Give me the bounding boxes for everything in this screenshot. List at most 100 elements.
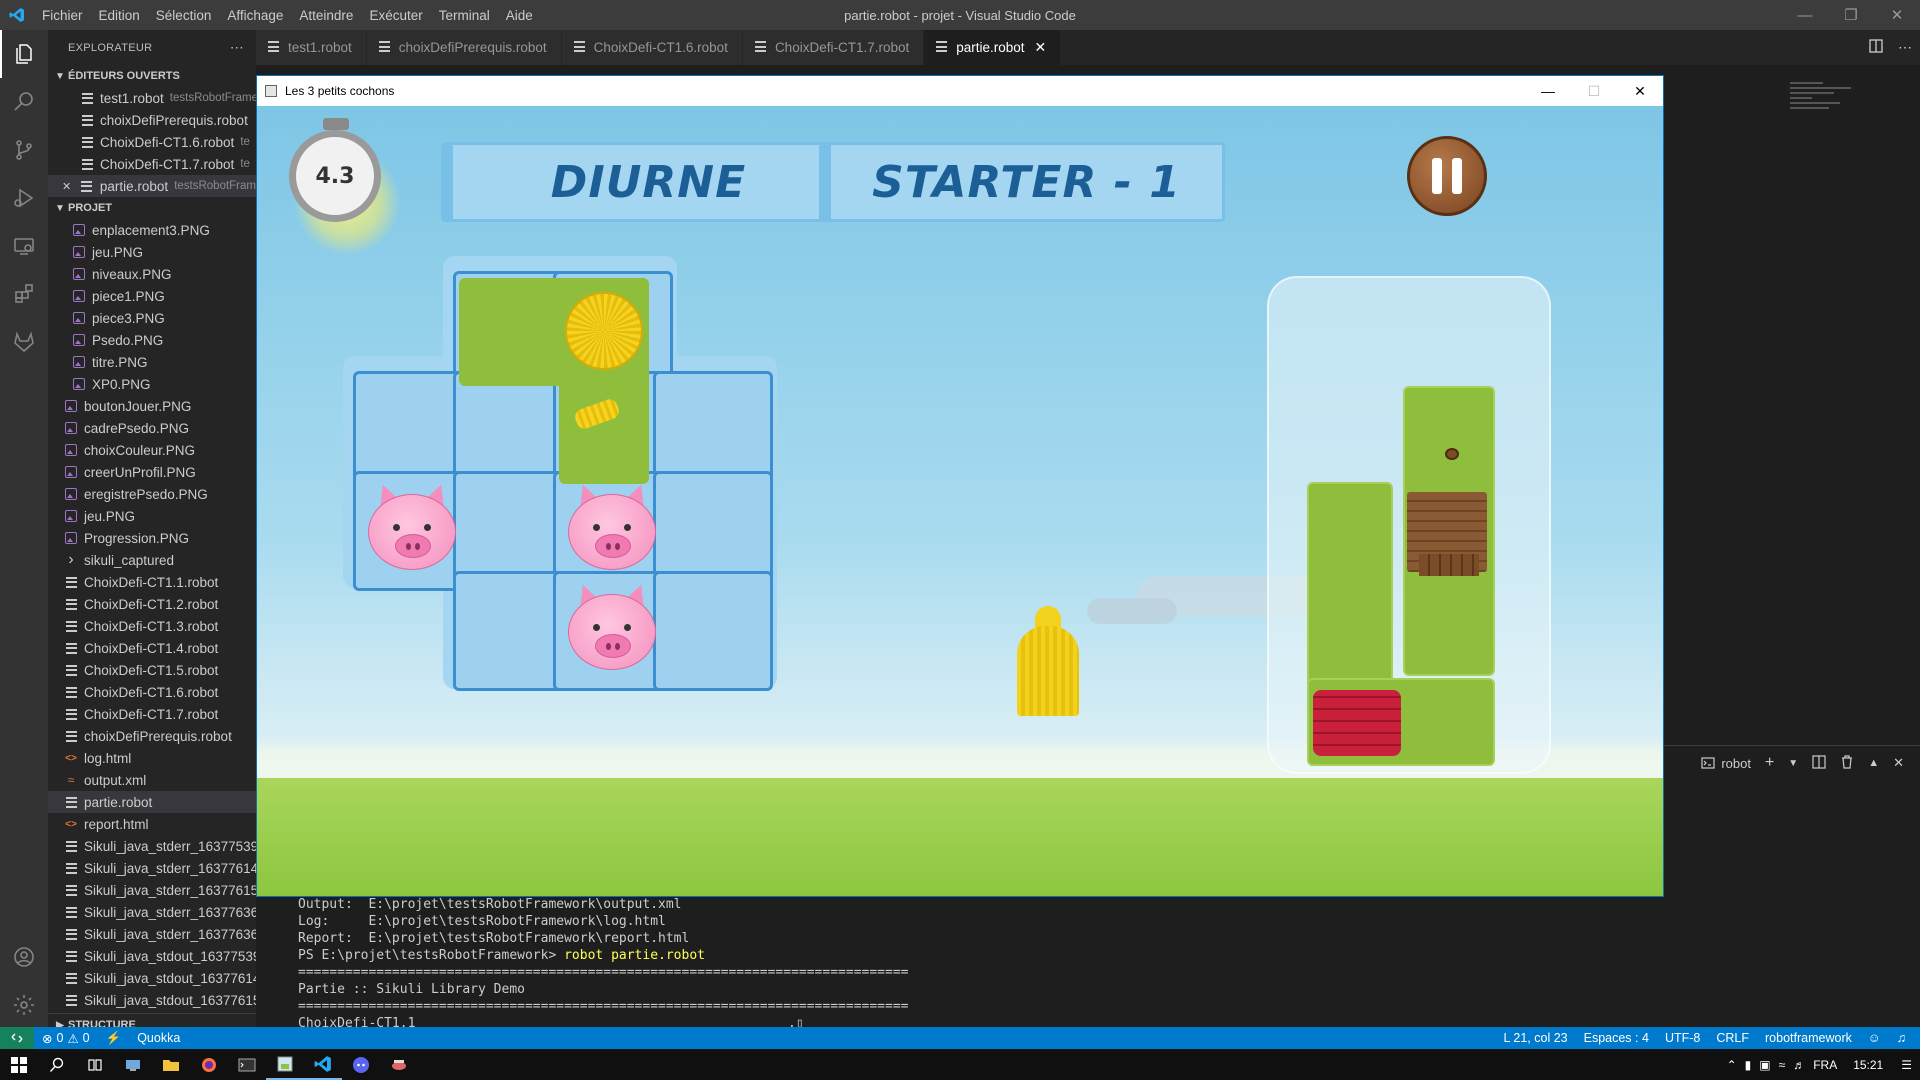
tab-partie[interactable]: partie.robot ✕ [924,30,1062,65]
file-tree-item[interactable]: choixDefiPrerequis.robot [48,725,256,747]
accounts-icon[interactable] [0,933,48,981]
file-tree-item[interactable]: Psedo.PNG [48,329,256,351]
explorer-icon[interactable] [0,30,48,78]
file-tree-item[interactable]: piece1.PNG [48,285,256,307]
remote-explorer-icon[interactable] [0,222,48,270]
file-explorer-icon[interactable] [152,1049,190,1080]
battery-icon[interactable]: ▮ [1745,1058,1752,1072]
cursor-position[interactable]: L 21, col 23 [1495,1031,1575,1045]
menu-help[interactable]: Aide [498,8,541,23]
file-tree-item[interactable]: ChoixDefi-CT1.1.robot [48,571,256,593]
project-section[interactable]: ▼ PROJET [48,197,256,219]
board-cell[interactable] [653,571,773,691]
file-tree-item[interactable]: partie.robot [48,791,256,813]
file-tree-item[interactable]: XP0.PNG [48,373,256,395]
file-tree-item[interactable]: cadrePsedo.PNG [48,417,256,439]
file-tree-item[interactable]: Sikuli_java_stderr_163775391 [48,835,256,857]
close-icon[interactable]: ✕ [1035,39,1047,56]
minimap[interactable] [1790,82,1900,152]
language-mode[interactable]: robotframework [1757,1031,1860,1045]
menu-file[interactable]: Fichier [34,8,91,23]
file-tree-item[interactable]: Sikuli_java_stderr_1637763683.... [48,923,256,945]
file-tree-item[interactable]: ChoixDefi-CT1.5.robot [48,659,256,681]
open-editor-item[interactable]: ✕ partie.robot testsRobotFram [48,175,256,197]
chevron-up-icon[interactable]: ⌃ [1727,1058,1737,1072]
open-editors-section[interactable]: ▼ ÉDITEURS OUVERTS [48,65,256,87]
file-tree-item[interactable]: Sikuli_java_stdout_1637753913.... [48,945,256,967]
open-editor-item[interactable]: choixDefiPrerequis.robot [48,109,256,131]
minimize-button[interactable]: — [1782,0,1828,30]
encoding[interactable]: UTF-8 [1657,1031,1708,1045]
file-tree-item[interactable]: creerUnProfil.PNG [48,461,256,483]
file-tree-item[interactable]: jeu.PNG [48,505,256,527]
notifications-icon[interactable]: ☰ [1901,1058,1912,1072]
firefox-icon[interactable] [190,1049,228,1080]
restore-button[interactable]: ❐ [1828,0,1874,30]
volume-icon[interactable]: ♬ [1793,1058,1805,1072]
file-tree-item[interactable]: enplacement3.PNG [48,219,256,241]
quokka-status[interactable]: Quokka [129,1031,188,1045]
file-tree-item[interactable]: ≈ output.xml [48,769,256,791]
problems-indicator[interactable]: ⊗ 0 ⚠ 0 [34,1031,98,1046]
split-editor-icon[interactable] [1868,38,1884,57]
gitlab-icon[interactable] [0,318,48,366]
monitor-icon[interactable]: ▣ [1759,1058,1770,1072]
windows-start-icon[interactable] [0,1049,38,1080]
remote-indicator-icon[interactable] [0,1027,34,1049]
close-button[interactable]: ✕ [1617,76,1663,106]
run-debug-icon[interactable] [0,174,48,222]
app-icon[interactable] [380,1049,418,1080]
menu-selection[interactable]: Sélection [148,8,220,23]
task-view-icon[interactable] [76,1049,114,1080]
file-tree-item[interactable]: niveaux.PNG [48,263,256,285]
close-button[interactable]: ✕ [1874,0,1920,30]
tab-choixdefiprerequis[interactable]: choixDefiPrerequis.robot [366,30,562,65]
settings-gear-icon[interactable] [0,981,48,1029]
discord-icon[interactable] [342,1049,380,1080]
file-tree-item[interactable]: Sikuli_java_stdout_1637761472.... [48,967,256,989]
extensions-icon[interactable] [0,270,48,318]
clock[interactable]: 15:21 [1853,1058,1883,1072]
terminal-output[interactable]: Output: E:\projet\testsRobotFramework\ou… [298,896,908,1032]
file-tree-item[interactable]: Sikuli_java_stderr_1637763649.... [48,901,256,923]
vscode-app-icon[interactable] [304,1049,342,1080]
tab-choixdefi-ct1-7[interactable]: ChoixDefi-CT1.7.robot [742,30,925,65]
file-tree-item[interactable]: Sikuli_java_stderr_163776158 [48,879,256,901]
more-actions-icon[interactable]: ⋯ [230,39,244,56]
search-icon[interactable] [38,1049,76,1080]
pause-button[interactable] [1407,136,1487,216]
menu-edit[interactable]: Edition [91,8,148,23]
file-tree-item[interactable]: jeu.PNG [48,241,256,263]
file-tree-item[interactable]: Progression.PNG [48,527,256,549]
indentation[interactable]: Espaces : 4 [1576,1031,1657,1045]
terminal-selector[interactable]: robot [1701,756,1751,771]
file-tree-item[interactable]: ChoixDefi-CT1.6.robot [48,681,256,703]
chevron-up-icon[interactable]: ▲ [1868,757,1879,769]
wifi-icon[interactable]: ≈ [1779,1058,1786,1072]
file-tree-item[interactable]: choixCouleur.PNG [48,439,256,461]
file-tree-item[interactable]: ChoixDefi-CT1.7.robot [48,703,256,725]
file-tree-item[interactable]: Sikuli_java_stdout_1637761582.... [48,989,256,1011]
chevron-down-icon[interactable]: ▼ [1788,758,1798,769]
file-tree-item[interactable]: titre.PNG [48,351,256,373]
file-tree-item[interactable]: piece3.PNG [48,307,256,329]
network-app-icon[interactable] [114,1049,152,1080]
open-editor-item[interactable]: ChoixDefi-CT1.6.robot te [48,131,256,153]
split-terminal-icon[interactable] [1812,754,1826,772]
file-tree-item[interactable]: › sikuli_captured [48,549,256,571]
menu-view[interactable]: Affichage [219,8,291,23]
file-tree-item[interactable]: ChoixDefi-CT1.2.robot [48,593,256,615]
trash-icon[interactable] [1840,754,1854,772]
file-tree-item[interactable]: Sikuli_java_stderr_163776147 [48,857,256,879]
open-editor-item[interactable]: test1.robot testsRobotFrame [48,87,256,109]
file-tree-item[interactable]: eregistrePsedo.PNG [48,483,256,505]
maximize-button[interactable]: ☐ [1571,76,1617,106]
close-icon[interactable]: ✕ [62,180,80,193]
game-stage[interactable]: 4.3 DIURNE STARTER - 1 [257,106,1663,896]
more-actions-icon[interactable]: ⋯ [1898,39,1912,56]
file-tree-item[interactable]: <> report.html [48,813,256,835]
file-tree-item[interactable]: ChoixDefi-CT1.3.robot [48,615,256,637]
input-language[interactable]: FRA [1813,1058,1837,1072]
source-control-icon[interactable] [0,126,48,174]
menu-terminal[interactable]: Terminal [431,8,498,23]
